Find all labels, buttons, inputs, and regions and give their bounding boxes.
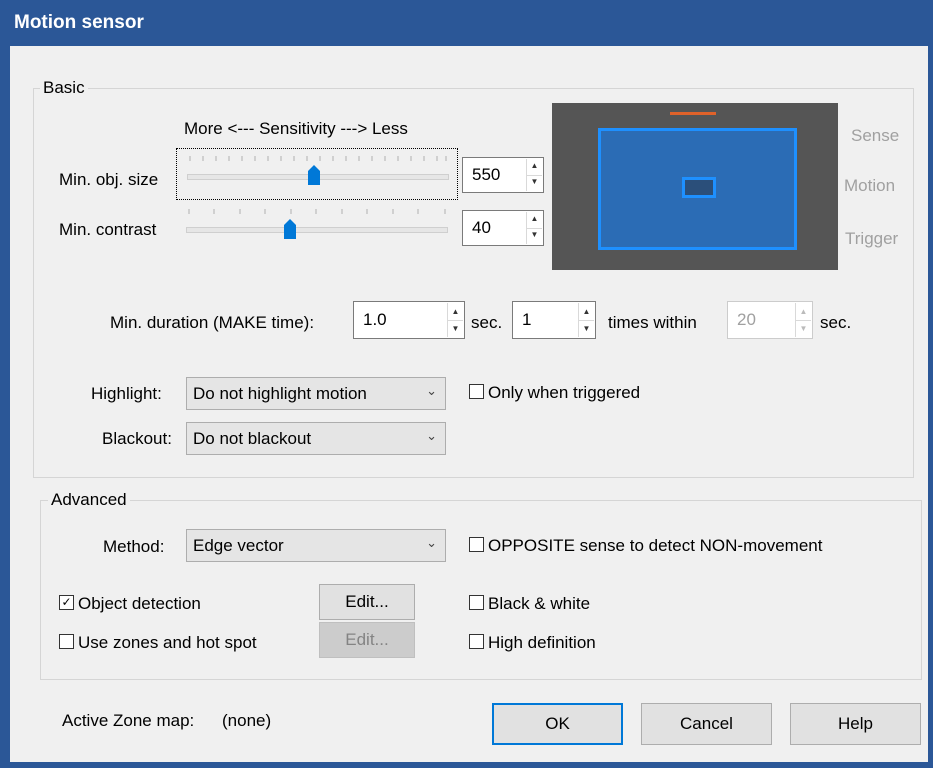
preview-hotspot [682, 177, 716, 198]
spin-up-icon[interactable]: ▲ [579, 303, 594, 321]
spin-up-icon: ▲ [796, 303, 811, 321]
motion-label: Motion [844, 176, 896, 195]
spin-up-icon[interactable]: ▲ [527, 212, 542, 229]
help-button[interactable]: Help [790, 703, 921, 745]
min-contrast-input[interactable] [463, 211, 527, 245]
object-detection-edit-button[interactable]: Edit... [319, 584, 415, 620]
motion-sensor-dialog: Motion sensor Basic More <--- Sensitivit… [0, 0, 933, 768]
min-duration-unit: sec. [471, 313, 503, 332]
within-spinner: ▲ ▼ [727, 301, 813, 339]
checkbox-icon [469, 537, 484, 553]
spin-down-icon[interactable]: ▼ [527, 175, 542, 191]
times-spinner[interactable]: ▲ ▼ [512, 301, 596, 339]
within-input [728, 302, 796, 338]
min-obj-size-slider[interactable] [176, 148, 458, 200]
ok-button[interactable]: OK [492, 703, 623, 745]
use-zones-edit-button: Edit... [319, 622, 415, 658]
window-title: Motion sensor [14, 12, 144, 33]
sense-label: Sense [851, 126, 900, 145]
min-obj-size-input[interactable] [463, 158, 527, 192]
window-frame-right [928, 46, 933, 768]
checkbox-icon [469, 384, 484, 400]
within-spin-buttons: ▲ ▼ [795, 303, 811, 337]
min-obj-size-thumb[interactable] [308, 165, 321, 185]
checkbox-icon [59, 634, 74, 650]
chevron-down-icon: ⌄ [426, 535, 437, 550]
trigger-label: Trigger [845, 229, 899, 248]
motion-preview [552, 103, 838, 270]
high-definition-checkbox[interactable]: High definition [469, 633, 596, 653]
min-contrast-thumb[interactable] [284, 219, 296, 239]
advanced-legend: Advanced [48, 490, 130, 510]
min-contrast-spinner[interactable]: ▲ ▼ [462, 210, 544, 246]
opposite-sense-label: OPPOSITE sense to detect NON-movement [488, 536, 823, 555]
min-duration-input[interactable] [354, 302, 448, 338]
chevron-down-icon: ⌄ [426, 383, 437, 398]
spin-down-icon[interactable]: ▼ [579, 320, 594, 337]
black-white-label: Black & white [488, 594, 591, 613]
basic-legend: Basic [40, 78, 88, 98]
active-zone-value: (none) [222, 711, 272, 730]
highlight-label: Highlight: [91, 384, 162, 403]
high-definition-label: High definition [488, 633, 596, 652]
method-select[interactable]: Edge vector ⌄ [186, 529, 446, 562]
checkmark-icon: ✓ [59, 595, 74, 611]
min-contrast-track [186, 227, 448, 233]
checkbox-icon [469, 634, 484, 650]
min-duration-spin-buttons: ▲ ▼ [447, 303, 463, 337]
window-frame-left [0, 46, 10, 768]
min-obj-size-spin-buttons: ▲ ▼ [526, 159, 542, 191]
only-when-triggered-label: Only when triggered [488, 383, 641, 402]
window-frame-bottom [0, 762, 933, 768]
spin-up-icon[interactable]: ▲ [527, 159, 542, 176]
times-input[interactable] [513, 302, 579, 338]
min-obj-size-ticks [189, 156, 447, 161]
min-obj-size-spinner[interactable]: ▲ ▼ [462, 157, 544, 193]
blackout-value: Do not blackout [193, 429, 312, 448]
spin-down-icon[interactable]: ▼ [448, 320, 463, 337]
advanced-group [40, 500, 922, 680]
blackout-select[interactable]: Do not blackout ⌄ [186, 422, 446, 455]
checkbox-icon [469, 595, 484, 611]
sensitivity-label: More <--- Sensitivity ---> Less [184, 119, 408, 138]
title-bar[interactable]: Motion sensor [0, 0, 933, 46]
use-zones-label: Use zones and hot spot [78, 633, 257, 652]
min-duration-label: Min. duration (MAKE time): [110, 313, 315, 332]
times-spin-buttons: ▲ ▼ [578, 303, 594, 337]
chevron-down-icon: ⌄ [426, 428, 437, 443]
preview-marker [670, 112, 716, 115]
only-when-triggered-checkbox[interactable]: Only when triggered [469, 383, 640, 403]
min-contrast-slider[interactable] [176, 202, 458, 250]
highlight-value: Do not highlight motion [193, 384, 367, 403]
min-duration-spinner[interactable]: ▲ ▼ [353, 301, 465, 339]
within-unit: sec. [820, 313, 852, 332]
active-zone-label: Active Zone map: [62, 711, 195, 730]
object-detection-label: Object detection [78, 594, 201, 613]
min-contrast-label: Min. contrast [59, 220, 157, 239]
cancel-button[interactable]: Cancel [641, 703, 772, 745]
times-within-label: times within [608, 313, 697, 332]
method-label: Method: [103, 537, 165, 556]
preview-zone [598, 128, 797, 250]
spin-down-icon: ▼ [799, 324, 808, 333]
method-value: Edge vector [193, 536, 284, 555]
min-contrast-ticks [188, 209, 446, 214]
black-white-checkbox[interactable]: Black & white [469, 594, 590, 614]
blackout-label: Blackout: [102, 429, 172, 448]
min-obj-size-label: Min. obj. size [59, 170, 159, 189]
opposite-sense-checkbox[interactable]: OPPOSITE sense to detect NON-movement [469, 536, 822, 556]
spin-up-icon[interactable]: ▲ [448, 303, 463, 321]
use-zones-checkbox[interactable]: Use zones and hot spot [59, 633, 257, 653]
highlight-select[interactable]: Do not highlight motion ⌄ [186, 377, 446, 410]
object-detection-checkbox[interactable]: ✓ Object detection [59, 594, 201, 614]
min-contrast-spin-buttons: ▲ ▼ [526, 212, 542, 244]
spin-down-icon[interactable]: ▼ [527, 228, 542, 244]
